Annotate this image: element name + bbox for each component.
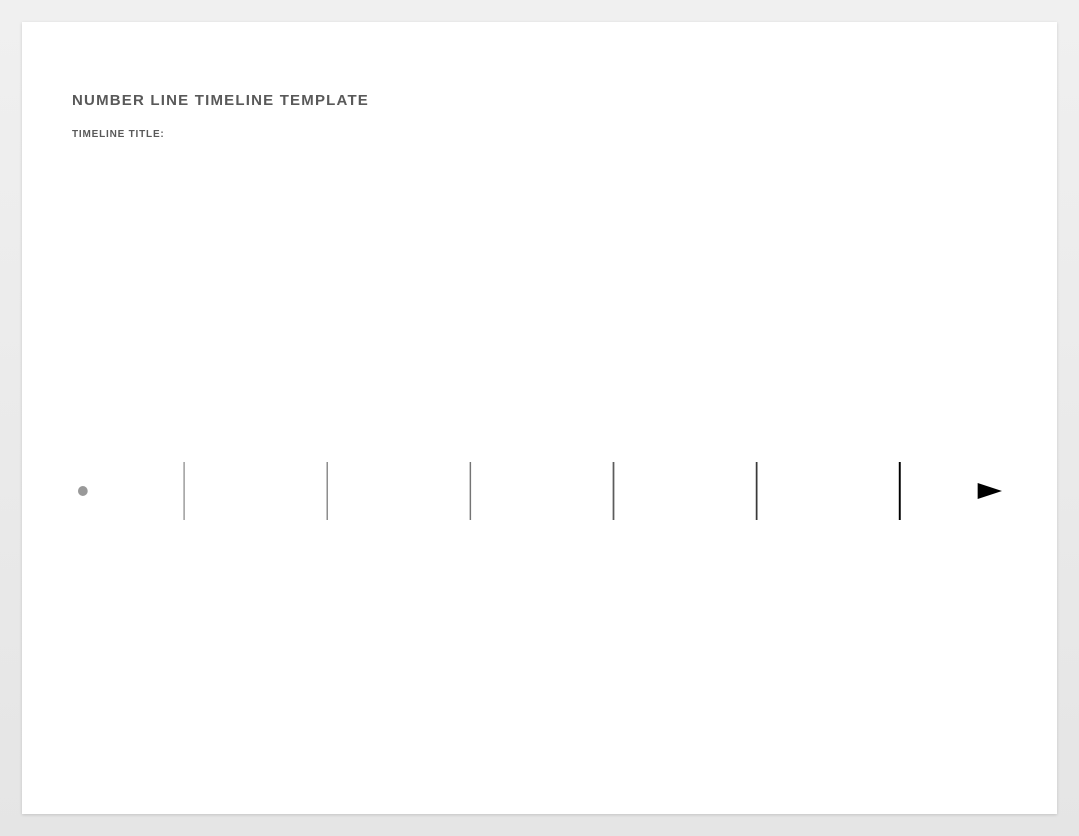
- page-title: NUMBER LINE TIMELINE TEMPLATE: [72, 92, 1007, 109]
- timeline-title-label: TIMELINE TITLE:: [72, 129, 1007, 140]
- timeline-graphic: [77, 460, 1002, 522]
- timeline-arrowhead: [978, 483, 1002, 499]
- number-line-timeline: [77, 460, 1002, 522]
- document-page: NUMBER LINE TIMELINE TEMPLATE TIMELINE T…: [22, 22, 1057, 814]
